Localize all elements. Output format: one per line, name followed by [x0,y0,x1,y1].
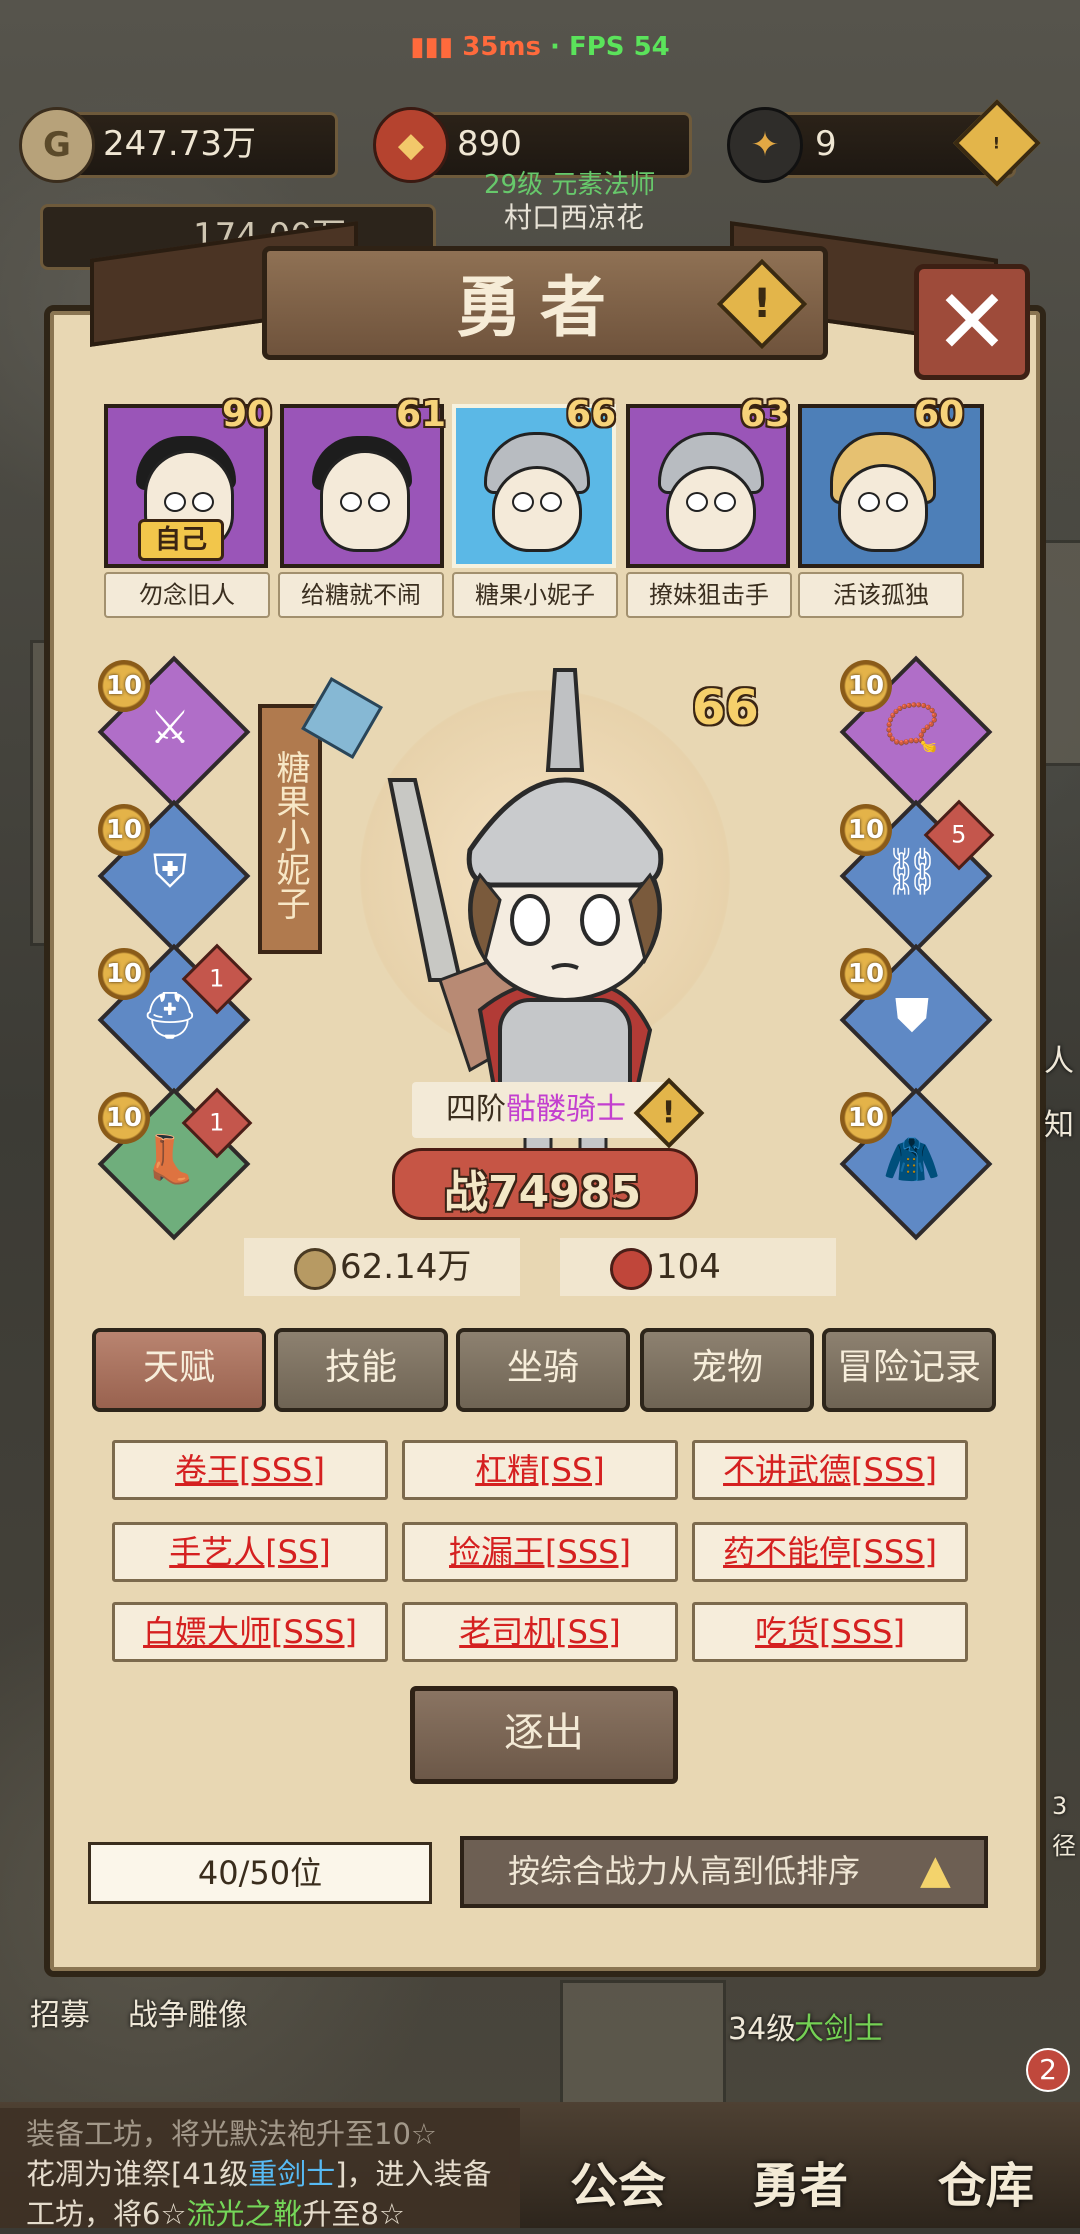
trait-item[interactable]: 药不能停[SSS] [692,1522,968,1582]
hero-name-1: 给糖就不闹 [278,572,444,618]
class-plate: 四阶骷髅骑士 [412,1082,670,1138]
nav-warehouse[interactable]: 仓库 [938,2146,1034,2216]
bg-recruit-label: 招募 [30,1998,90,2033]
network-status: ▮▮▮ 35ms · FPS 54 [410,32,670,62]
power-value: 战74985 [444,1167,642,1218]
trait-item[interactable]: 白嫖大师[SSS] [112,1602,388,1662]
tab-pet[interactable]: 宠物 [640,1328,814,1412]
hero-level-2: 66 [566,394,617,435]
close-button[interactable]: ✕ [914,264,1030,380]
signal-icon: ▮▮▮ [410,32,463,62]
trait-item[interactable]: 捡漏王[SSS] [402,1522,678,1582]
self-tag: 自己 [138,519,224,561]
equip-level: 10 [840,660,892,712]
bg-side-char: 人 [1044,1044,1074,1079]
hero-name-0: 勿念旧人 [104,572,270,618]
token-stat: 104 [560,1238,836,1296]
equip-level: 10 [98,660,150,712]
bg-war-statue-label: 战争雕像 [128,1998,248,2033]
equip-level: 10 [98,804,150,856]
hero-level-3: 63 [740,394,791,435]
bg-class-label: 大剑士 [794,2012,884,2047]
nav-hero[interactable]: 勇者 [752,2146,848,2216]
hero-level-0: 90 [222,394,273,435]
gem-icon: ✦ [727,107,803,183]
trait-item[interactable]: 吃货[SSS] [692,1602,968,1662]
hero-name-4: 活该孤独 [798,572,964,618]
equip-level: 10 [98,1092,150,1144]
lance-icon [387,778,463,982]
trait-item[interactable]: 卷王[SSS] [112,1440,388,1500]
hero-name-2: 糖果小妮子 [452,572,618,618]
cape-icon: 🧥 [883,1132,941,1186]
trait-item[interactable]: 手艺人[SS] [112,1522,388,1582]
equip-level: 10 [840,948,892,1000]
armor-icon: ⛨ [152,844,188,898]
trait-item[interactable]: 不讲武德[SSS] [692,1440,968,1500]
trait-item[interactable]: 杠精[SS] [402,1440,678,1500]
nav-guild[interactable]: 公会 [570,2146,666,2216]
bg-side-char: 径 [1052,1832,1076,1860]
gold-resource[interactable]: G 247.73万 [19,107,338,183]
equip-level: 10 [840,1092,892,1144]
equip-level: 10 [840,804,892,856]
expel-button[interactable]: 逐出 [410,1686,678,1784]
hero-vertical-name: 糖果小妮子 [258,704,322,954]
pauldron-icon: ⛊ [894,988,930,1042]
hero-level-1: 61 [396,394,447,435]
fps-value: FPS 54 [568,32,670,62]
sort-button[interactable]: 按综合战力从高到低排序 ▲ [460,1836,988,1908]
warehouse-badge: 2 [1026,2048,1070,2092]
hero-level-4: 60 [914,394,965,435]
gold-coin-icon: G [19,107,95,183]
tab-mount[interactable]: 坐骑 [456,1328,630,1412]
background-building [560,1980,726,2106]
gold-coin-icon [294,1248,336,1290]
gold-stat: 62.14万 [244,1238,520,1296]
hero-name-3: 撩妹狙击手 [626,572,792,618]
bg-player-name: 村口西凉花 [504,201,645,234]
ping-value: 35ms [462,32,541,62]
equip-level: 10 [98,948,150,1000]
tab-talent[interactable]: 天赋 [92,1328,266,1412]
event-log[interactable]: 装备工坊，将光默法袍升至10☆ 花凋为谁祭[41级重剑士]，进入装备 工坊，将6… [0,2108,520,2231]
tab-adventure-log[interactable]: 冒险记录 [822,1328,996,1412]
shield-icon: ◆ [373,107,449,183]
selected-hero-level: 66 [692,680,759,736]
spear-icon: ⚔ [149,700,191,754]
trait-item[interactable]: 老司机[SS] [402,1602,678,1662]
tab-skill[interactable]: 技能 [274,1328,448,1412]
bg-side-char: 3 [1052,1792,1068,1820]
bg-level-label: 34级 [728,2012,797,2047]
bg-side-char: 知 [1044,1108,1074,1143]
necklace-icon: 📿 [883,700,941,754]
token-icon [610,1248,652,1290]
slot-count: 40/50位 [88,1842,432,1904]
sort-arrow-icon: ▲ [920,1847,951,1893]
